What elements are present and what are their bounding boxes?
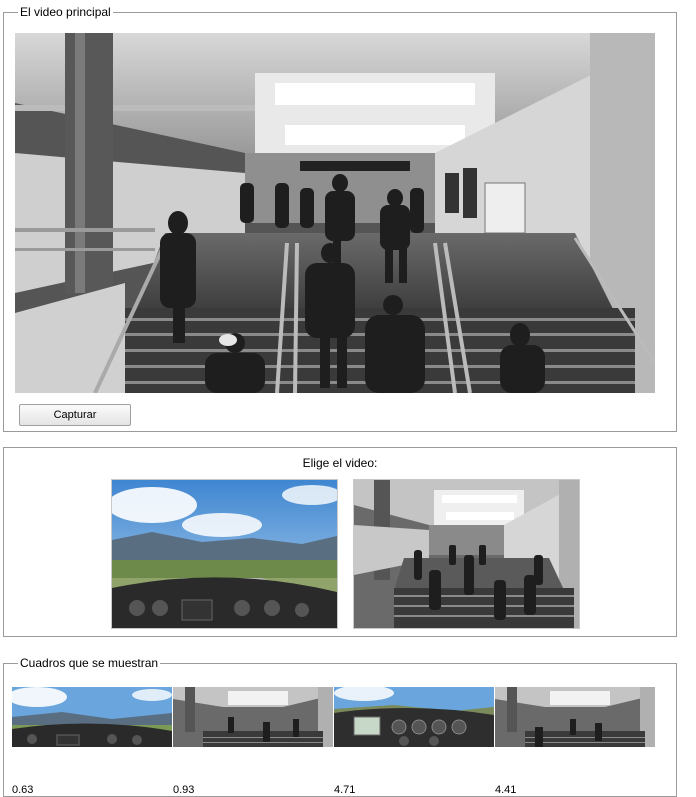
frames-legend: Cuadros que se muestran	[20, 656, 159, 670]
cockpit-frame-icon	[12, 687, 172, 747]
main-video-player[interactable]	[15, 33, 655, 393]
frame-4-time: 4.41	[495, 784, 517, 796]
subway-frame-icon	[495, 687, 655, 747]
video-thumbnail-subway[interactable]	[353, 479, 580, 629]
main-video-legend: El video principal	[20, 5, 111, 19]
frame-3-time: 4.71	[334, 784, 356, 796]
frame-1-time: 0.63	[12, 784, 34, 796]
subway-frame-icon	[173, 687, 333, 747]
frame-2-time: 0.93	[173, 784, 195, 796]
choose-video-title: Elige el video:	[302, 456, 378, 470]
capture-button[interactable]: Capturar	[19, 404, 131, 426]
frames-fieldset: Cuadros que se muestran 0.63 0.93 4.71 4…	[3, 657, 677, 797]
frame-4[interactable]	[495, 687, 655, 747]
video-thumbnail-cockpit[interactable]	[111, 479, 338, 629]
choose-video-panel: Elige el video:	[3, 447, 677, 637]
main-video-fieldset: El video principal Capturar	[3, 6, 677, 432]
frame-1[interactable]	[12, 687, 172, 747]
cockpit-landing-icon	[112, 480, 337, 628]
subway-station-icon	[354, 480, 579, 628]
subway-scene	[15, 33, 655, 393]
cockpit-instruments-frame-icon	[334, 687, 494, 747]
frame-2[interactable]	[173, 687, 333, 747]
frame-3[interactable]	[334, 687, 494, 747]
